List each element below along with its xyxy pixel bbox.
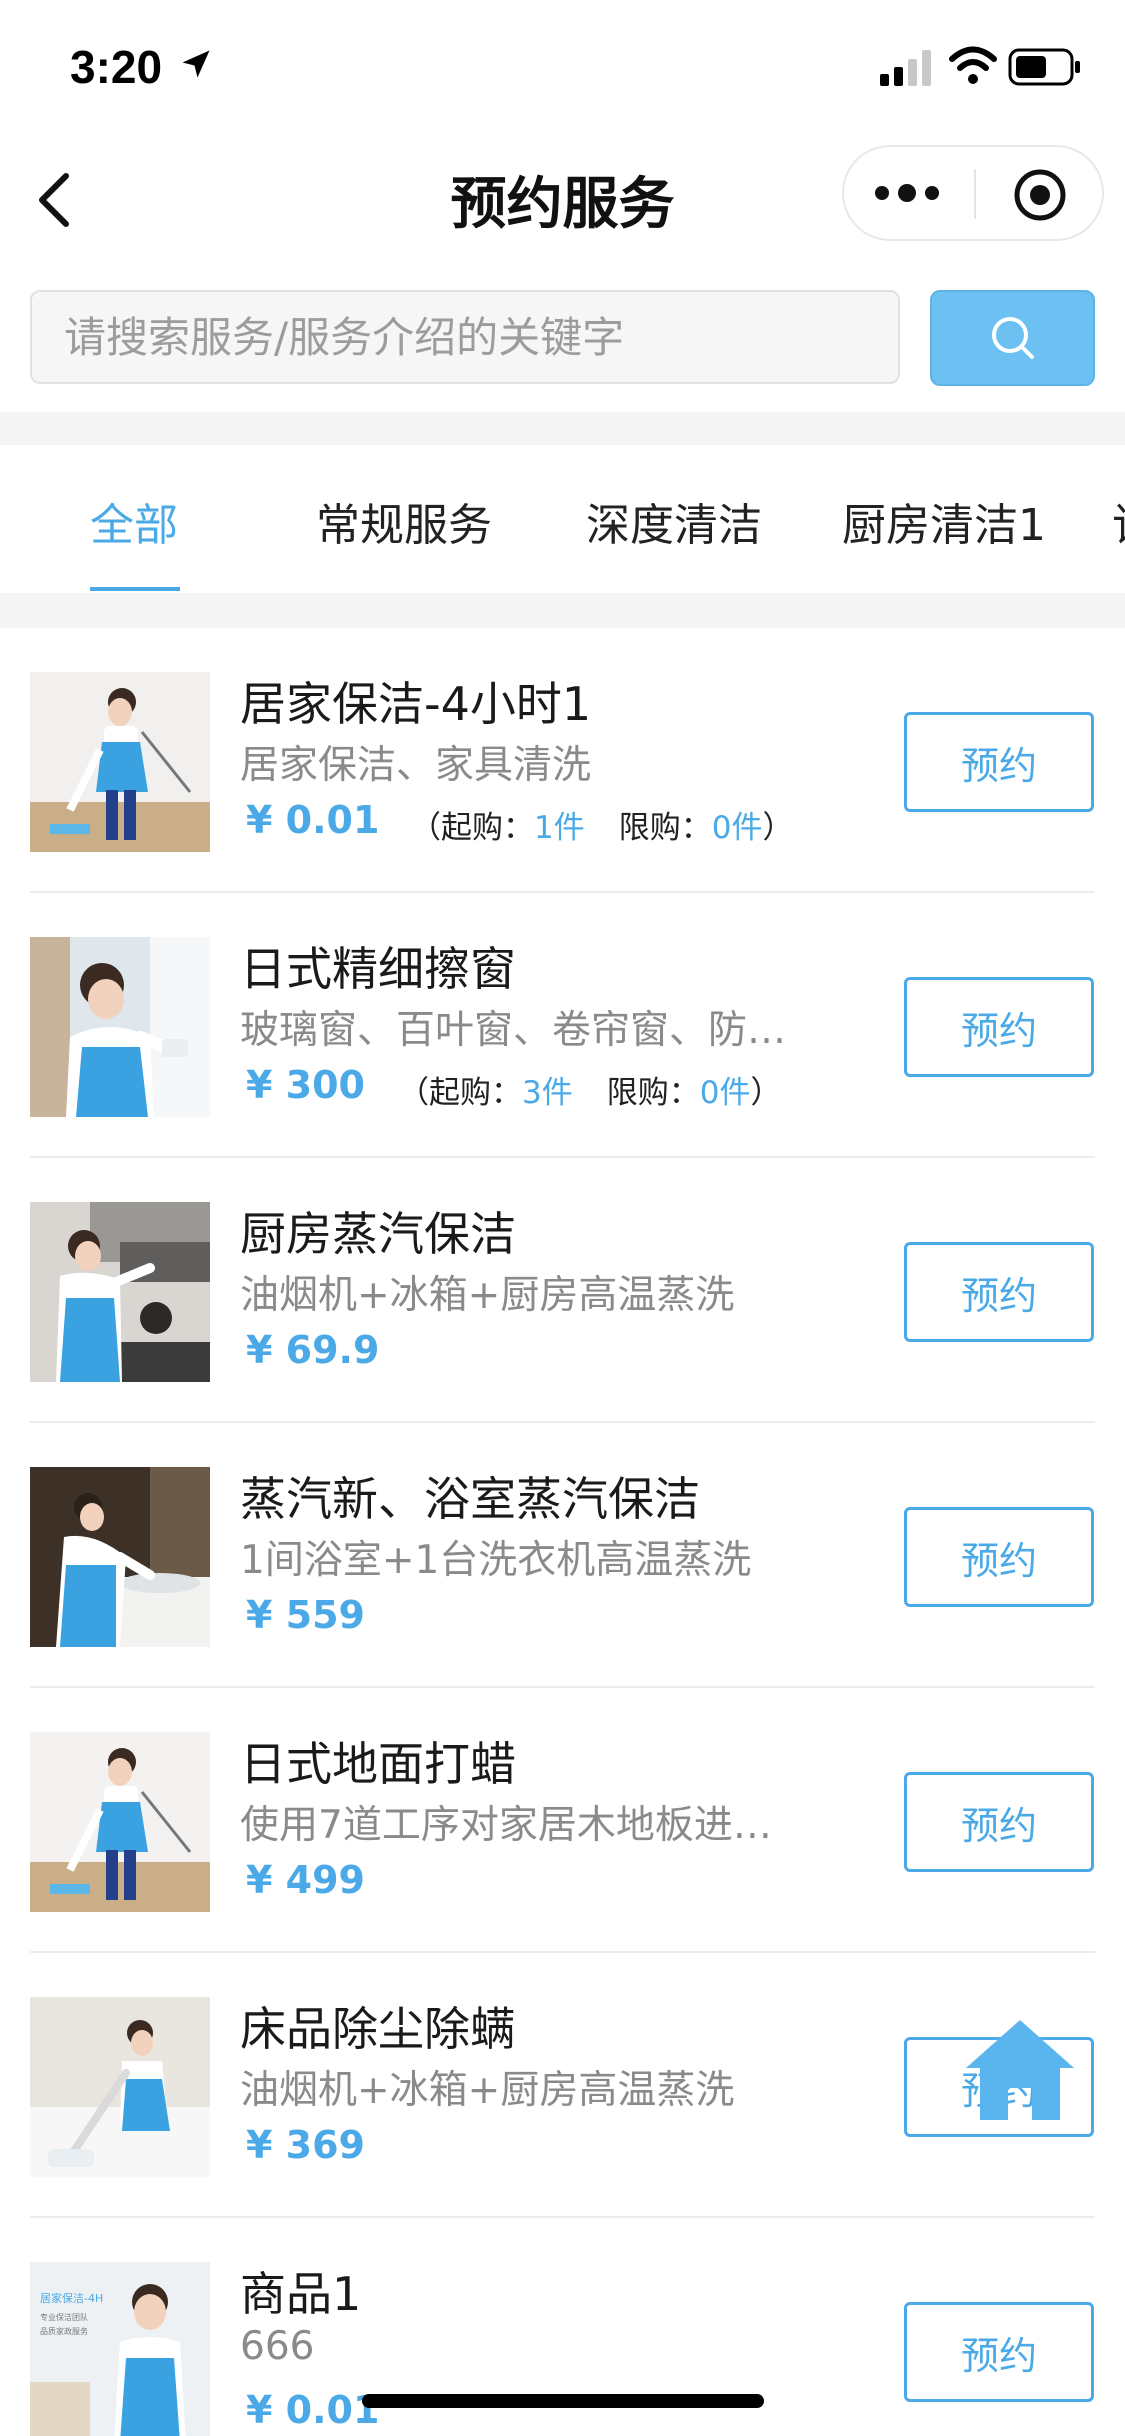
chevron-left-icon: [39, 173, 69, 227]
item-price: ¥ 69.9: [246, 1328, 380, 1372]
book-button[interactable]: 预约: [904, 1242, 1094, 1342]
search-input[interactable]: [30, 290, 900, 384]
list-item[interactable]: 居家保洁-4小时1 居家保洁、家具清洗 ¥ 0.01 （起购：1件 限购：0件） …: [0, 628, 1125, 893]
tab-regular-service[interactable]: 常规服务: [316, 489, 492, 553]
list-item[interactable]: 蒸汽新、浴室蒸汽保洁 1间浴室+1台洗衣机高温蒸洗 ¥ 559 预约: [0, 1423, 1125, 1688]
item-description: 666: [240, 2324, 315, 2369]
item-description: 油烟机+冰箱+厨房高温蒸洗: [240, 2068, 735, 2113]
battery-icon: [1008, 48, 1080, 86]
item-title: 日式精细擦窗: [240, 942, 516, 996]
back-button[interactable]: [24, 165, 84, 235]
item-description: 玻璃窗、百叶窗、卷帘窗、防…: [240, 1008, 787, 1053]
more-menu-button[interactable]: [874, 173, 940, 213]
service-thumbnail: [30, 1467, 210, 1647]
list-item[interactable]: 厨房蒸汽保洁 油烟机+冰箱+厨房高温蒸洗 ¥ 69.9 预约: [0, 1158, 1125, 1423]
service-thumbnail: [30, 1732, 210, 1912]
tab-all[interactable]: 全部: [90, 489, 178, 553]
item-description: 油烟机+冰箱+厨房高温蒸洗: [240, 1273, 735, 1318]
status-time: 3:20: [70, 41, 163, 93]
book-button[interactable]: 预约: [904, 712, 1094, 812]
item-description: 1间浴室+1台洗衣机高温蒸洗: [240, 1538, 752, 1583]
wifi-icon: [949, 46, 997, 84]
item-description: 使用7道工序对家居木地板进…: [240, 1803, 772, 1848]
book-button[interactable]: 预约: [904, 2302, 1094, 2402]
item-price: ¥ 369: [246, 2123, 365, 2167]
service-thumbnail: [30, 672, 210, 852]
home-icon[interactable]: [960, 2010, 1080, 2130]
more-dots-icon: [875, 186, 889, 200]
search-button[interactable]: [930, 290, 1095, 386]
item-title: 厨房蒸汽保洁: [240, 1207, 516, 1261]
book-button[interactable]: 预约: [904, 1772, 1094, 1872]
svg-text:品质家政服务: 品质家政服务: [40, 2326, 88, 2336]
cellular-signal-icon: [880, 50, 931, 86]
purchase-limits: （起购：1件 限购：0件）: [410, 810, 794, 846]
item-price: ¥ 300: [246, 1063, 365, 1107]
svg-text:居家保洁-4H: 居家保洁-4H: [40, 2291, 103, 2305]
item-price: ¥ 0.01: [246, 2388, 380, 2432]
category-tabs: 全部 常规服务 深度清洁 厨房清洁1 该: [0, 445, 1125, 593]
search-bar: [0, 290, 1125, 386]
tab-more[interactable]: 该: [1112, 489, 1125, 553]
item-title: 商品1: [240, 2267, 362, 2321]
item-title: 居家保洁-4小时1: [240, 677, 592, 731]
item-title: 床品除尘除螨: [240, 2002, 516, 2056]
item-title: 日式地面打蜡: [240, 1737, 516, 1791]
list-item[interactable]: 日式地面打蜡 使用7道工序对家居木地板进… ¥ 499 预约: [0, 1688, 1125, 1953]
item-price: ¥ 559: [246, 1593, 365, 1637]
status-bar: 3:20: [0, 0, 1125, 135]
list-item[interactable]: 日式精细擦窗 玻璃窗、百叶窗、卷帘窗、防… ¥ 300 （起购：3件 限购：0件）…: [0, 893, 1125, 1158]
item-price: ¥ 499: [246, 1858, 365, 1902]
service-thumbnail: [30, 1997, 210, 2177]
navigation-bar: 预约服务: [0, 135, 1125, 255]
active-tab-indicator: [90, 587, 180, 591]
item-title: 蒸汽新、浴室蒸汽保洁: [240, 1472, 700, 1526]
location-arrow-icon: [182, 50, 210, 78]
tab-deep-cleaning[interactable]: 深度清洁: [586, 489, 762, 553]
item-price: ¥ 0.01: [246, 798, 380, 842]
item-description: 居家保洁、家具清洗: [240, 743, 592, 788]
list-item[interactable]: 床品除尘除螨 油烟机+冰箱+厨房高温蒸洗 ¥ 369 预约: [0, 1953, 1125, 2218]
book-button[interactable]: 预约: [904, 977, 1094, 1077]
service-thumbnail: 居家保洁-4H 专业保洁团队 品质家政服务: [30, 2262, 210, 2436]
svg-text:专业保洁团队: 专业保洁团队: [40, 2312, 88, 2322]
purchase-limits: （起购：3件 限购：0件）: [398, 1075, 782, 1111]
close-target-icon[interactable]: [1012, 167, 1068, 223]
service-thumbnail: [30, 937, 210, 1117]
service-thumbnail: [30, 1202, 210, 1382]
tab-kitchen-cleaning[interactable]: 厨房清洁1: [842, 489, 1046, 553]
miniprogram-capsule: [842, 145, 1104, 241]
search-icon: [991, 317, 1034, 359]
home-indicator: [362, 2394, 764, 2408]
book-button[interactable]: 预约: [904, 1507, 1094, 1607]
